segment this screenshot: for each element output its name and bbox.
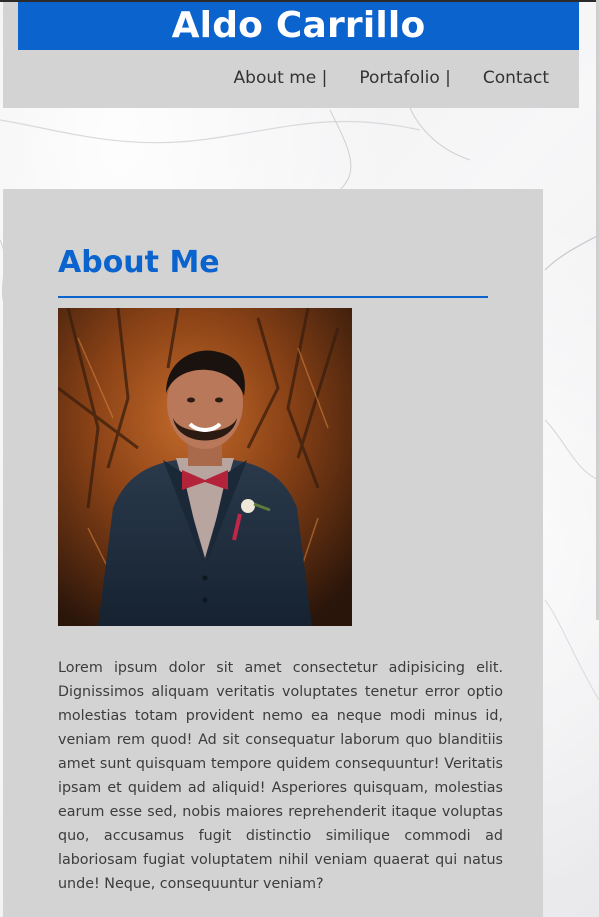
nav-link-contact[interactable]: Contact <box>483 68 549 88</box>
title-underline <box>58 296 488 298</box>
brand-banner: Aldo Carrillo <box>18 2 579 50</box>
site-title: Aldo Carrillo <box>171 5 426 46</box>
about-section: About Me Lorem ipsum dolor sit amet cons… <box>3 189 543 917</box>
profile-photo-illustration <box>58 308 352 626</box>
profile-photo <box>58 308 352 626</box>
site-header: Aldo Carrillo About me | Portafolio | Co… <box>3 2 579 108</box>
section-title: About Me <box>58 245 220 280</box>
about-bio-text: Lorem ipsum dolor sit amet consectetur a… <box>58 660 503 892</box>
nav-link-portfolio[interactable]: Portafolio | <box>359 68 450 88</box>
nav-link-about[interactable]: About me | <box>234 68 328 88</box>
main-nav: About me | Portafolio | Contact <box>234 68 549 88</box>
